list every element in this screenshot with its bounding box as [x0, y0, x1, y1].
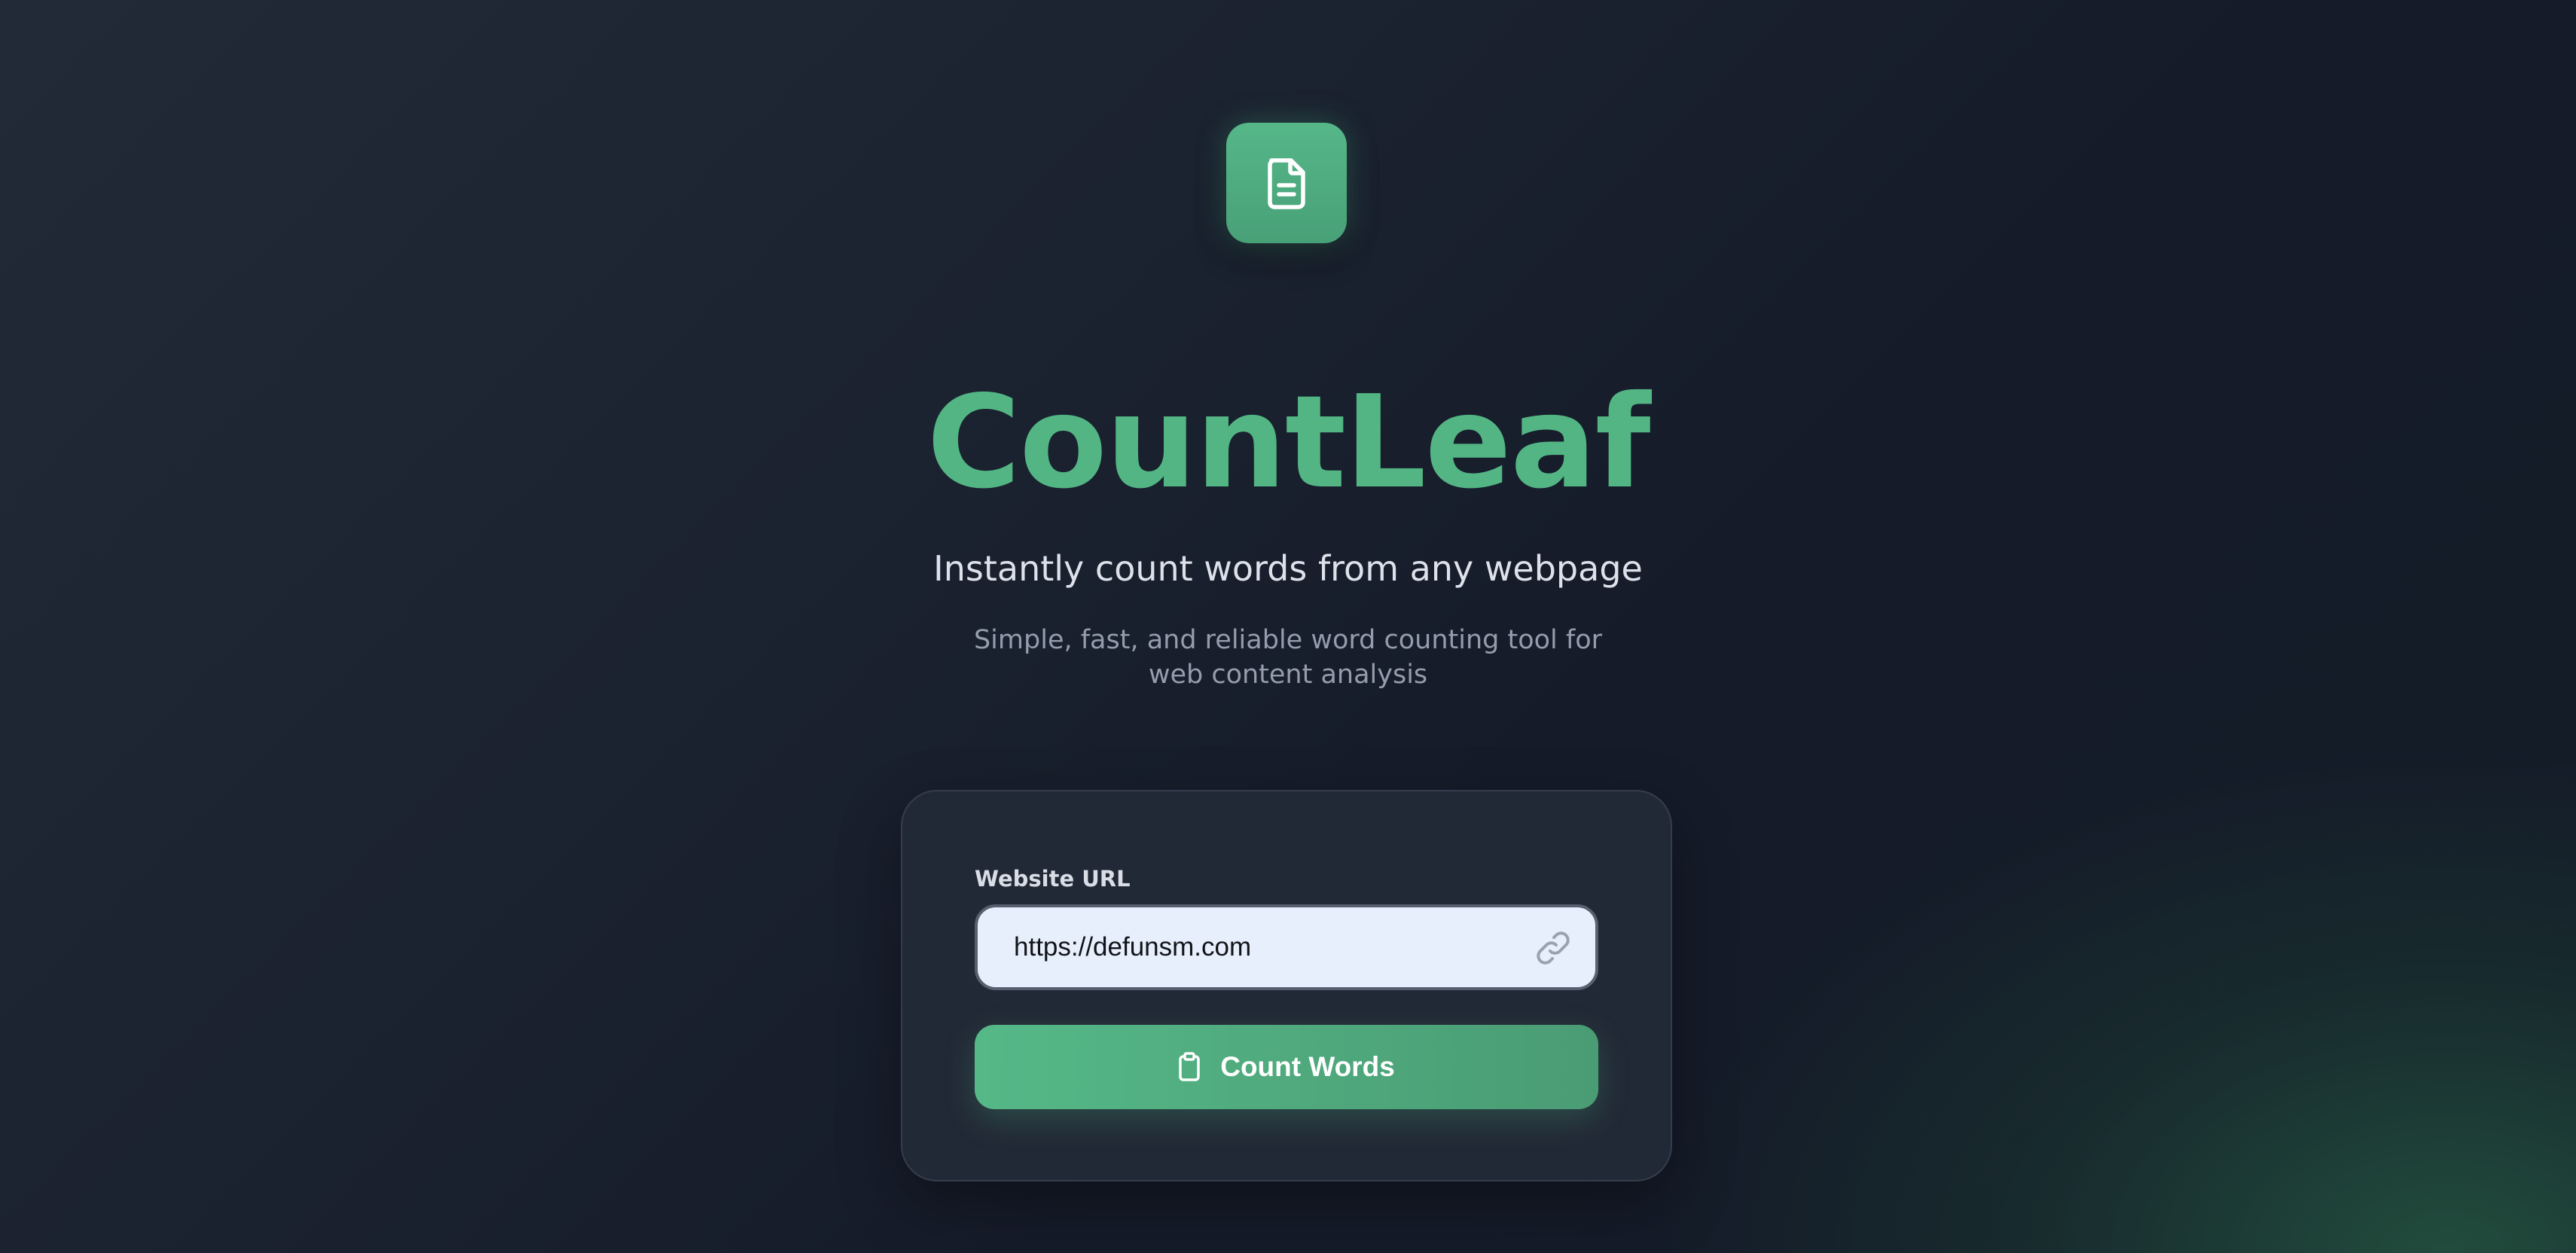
app-logo [1226, 123, 1347, 243]
clipboard-icon [1179, 1052, 1200, 1081]
url-field-label: Website URL [975, 866, 1131, 892]
url-input[interactable] [978, 907, 1595, 987]
document-icon [1268, 158, 1305, 209]
app-description: Simple, fast, and reliable word counting… [973, 625, 1603, 690]
app-tagline: Instantly count words from any webpage [933, 548, 1643, 589]
app-title: CountLeaf [926, 368, 1650, 517]
url-field-wrapper [975, 904, 1598, 990]
url-form-card: Website URL Count Words [901, 790, 1672, 1181]
count-words-button[interactable]: Count Words [975, 1025, 1598, 1109]
count-words-button-label: Count Words [1220, 1051, 1395, 1082]
link-icon [1537, 931, 1570, 965]
